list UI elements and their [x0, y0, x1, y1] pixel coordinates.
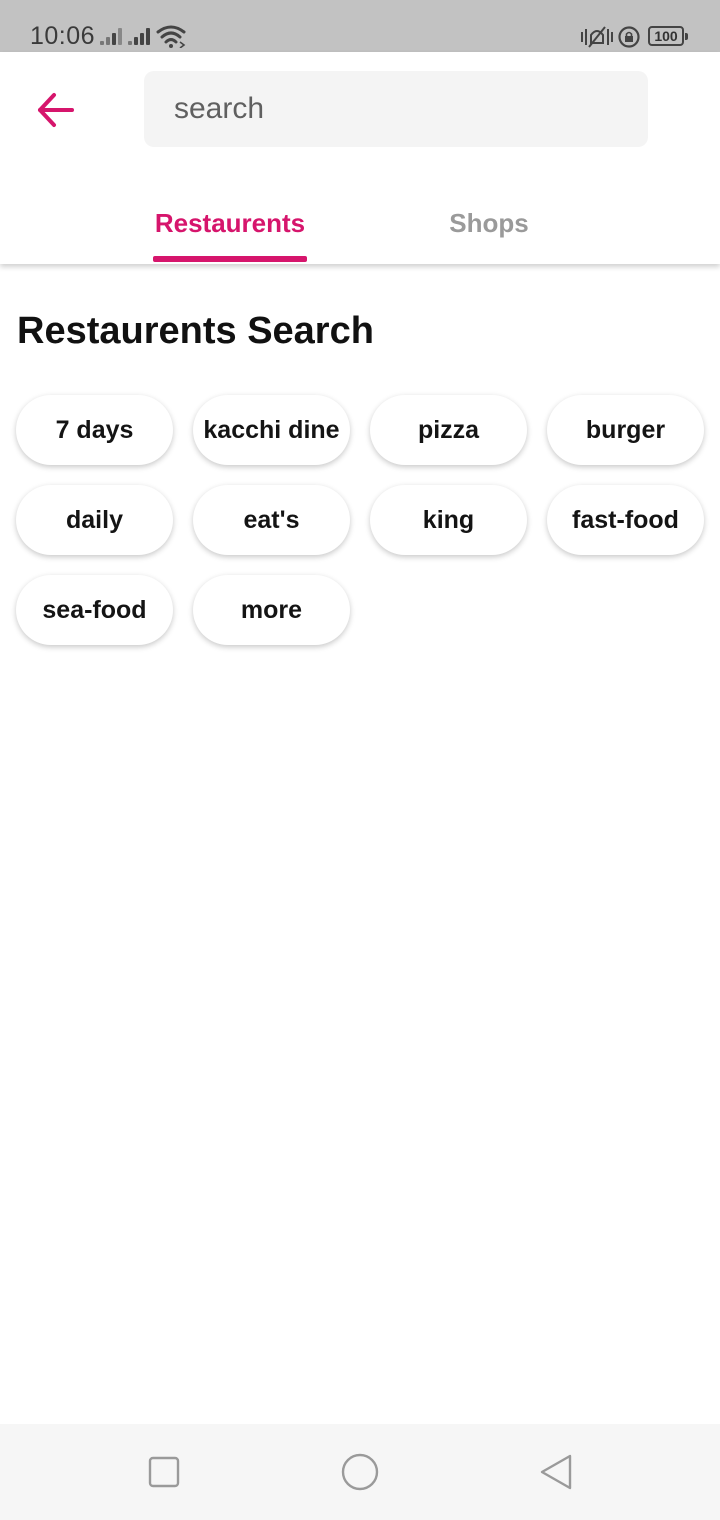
chip-kacchi-dine[interactable]: kacchi dine — [193, 395, 350, 465]
vibrate-icon — [581, 26, 613, 48]
signal-icon — [100, 27, 124, 45]
chip-burger[interactable]: burger — [547, 395, 704, 465]
tab-shops[interactable]: Shops — [436, 208, 542, 239]
rotation-lock-icon — [618, 26, 640, 48]
recents-square-icon[interactable] — [144, 1452, 184, 1492]
home-circle-icon[interactable] — [340, 1452, 380, 1492]
wifi-icon — [156, 25, 186, 48]
chip-eats[interactable]: eat's — [193, 485, 350, 555]
signal-icon — [128, 27, 152, 45]
active-tab-indicator — [153, 256, 307, 262]
chip-sea-food[interactable]: sea-food — [16, 575, 173, 645]
chip-fast-food[interactable]: fast-food — [547, 485, 704, 555]
system-nav-bar — [0, 1424, 720, 1520]
section-title: Restaurents Search — [17, 310, 374, 352]
status-time: 10:06 — [30, 22, 96, 50]
chip-pizza[interactable]: pizza — [370, 395, 527, 465]
chip-7-days[interactable]: 7 days — [16, 395, 173, 465]
chip-more[interactable]: more — [193, 575, 350, 645]
chip-daily[interactable]: daily — [16, 485, 173, 555]
status-bar: 10:06 100 — [0, 0, 720, 52]
tab-restaurants[interactable]: Restaurents — [153, 208, 307, 239]
back-triangle-icon[interactable] — [536, 1452, 576, 1492]
search-input[interactable] — [144, 71, 648, 147]
chip-king[interactable]: king — [370, 485, 527, 555]
battery-icon: 100 — [648, 26, 688, 46]
app-header: Restaurents Shops — [0, 52, 720, 264]
arrow-left-icon[interactable] — [32, 88, 80, 132]
